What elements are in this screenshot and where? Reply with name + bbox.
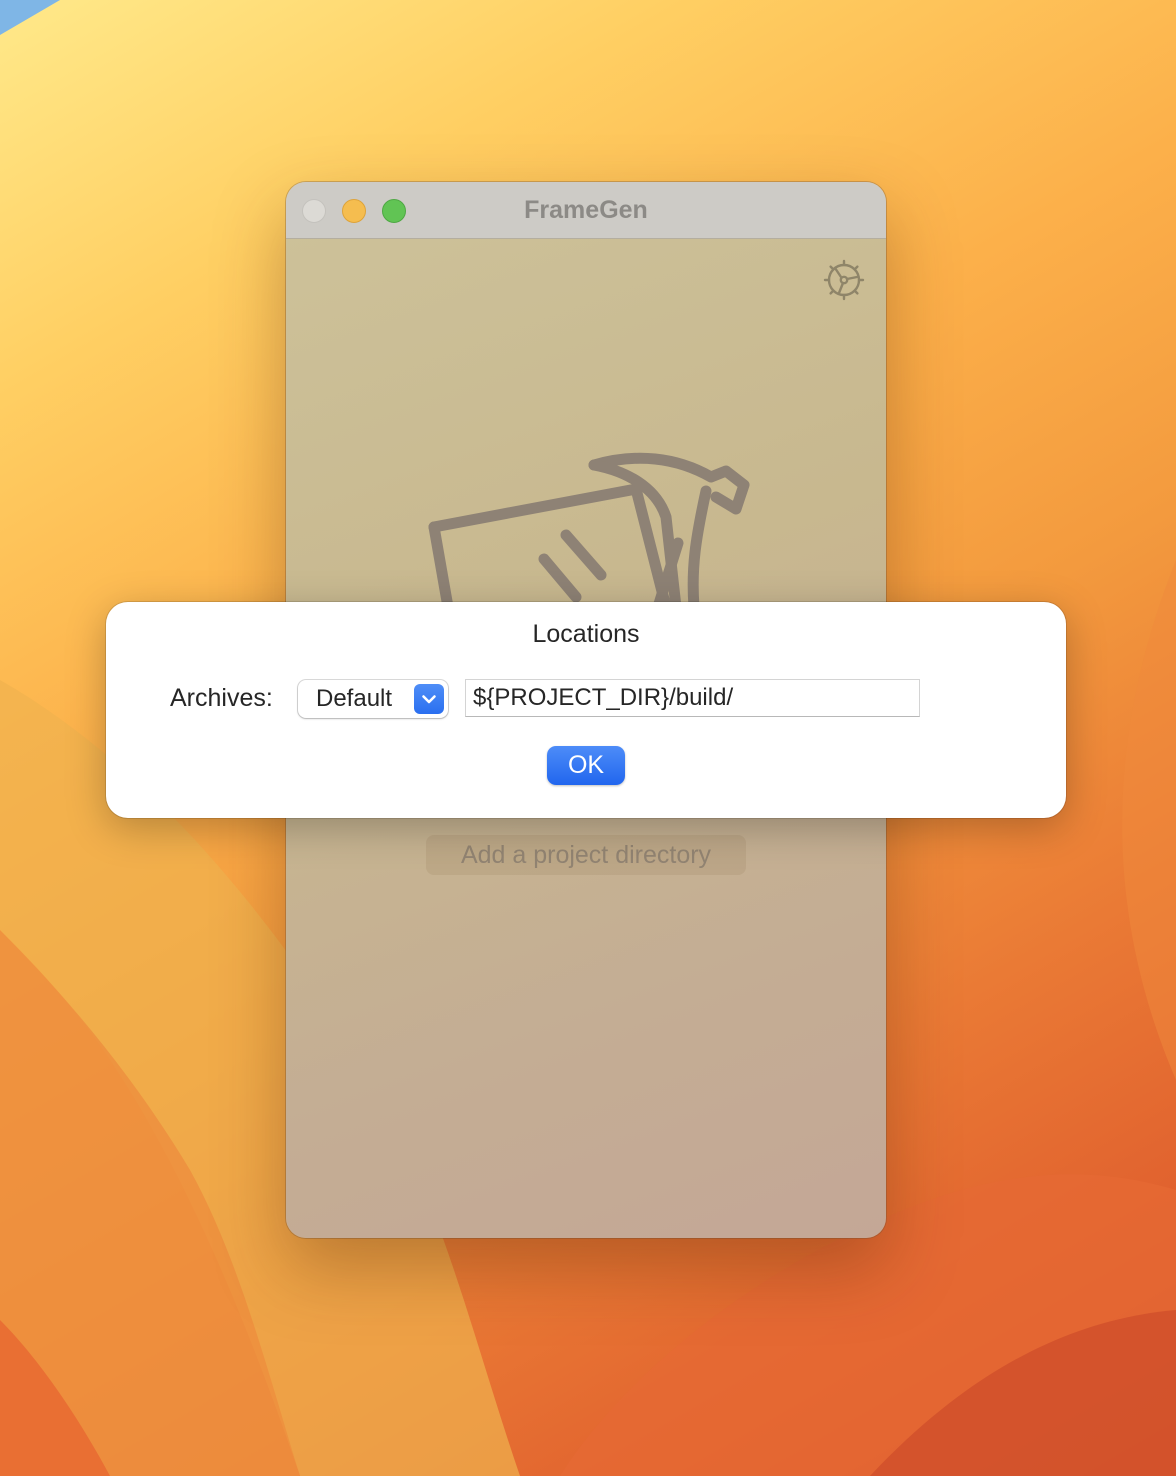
app-logo-icon xyxy=(428,452,750,607)
window-title: FrameGen xyxy=(524,196,648,224)
gear-icon[interactable] xyxy=(821,257,867,303)
dialog-title: Locations xyxy=(532,620,640,648)
chevron-down-icon xyxy=(414,684,444,714)
archives-label: Archives: xyxy=(170,684,273,712)
add-project-button[interactable]: Add a project directory xyxy=(426,835,746,875)
popup-selected-value: Default xyxy=(316,685,393,712)
title-bar: FrameGen xyxy=(286,182,886,239)
archives-path-field[interactable] xyxy=(465,679,920,717)
locations-dialog: Locations Archives: Default OK xyxy=(106,602,1066,818)
archives-location-popup[interactable]: Default xyxy=(298,680,448,718)
desktop-background: FrameGen Add a project directory Locatio… xyxy=(0,0,1176,1476)
ok-button[interactable]: OK xyxy=(547,746,625,785)
